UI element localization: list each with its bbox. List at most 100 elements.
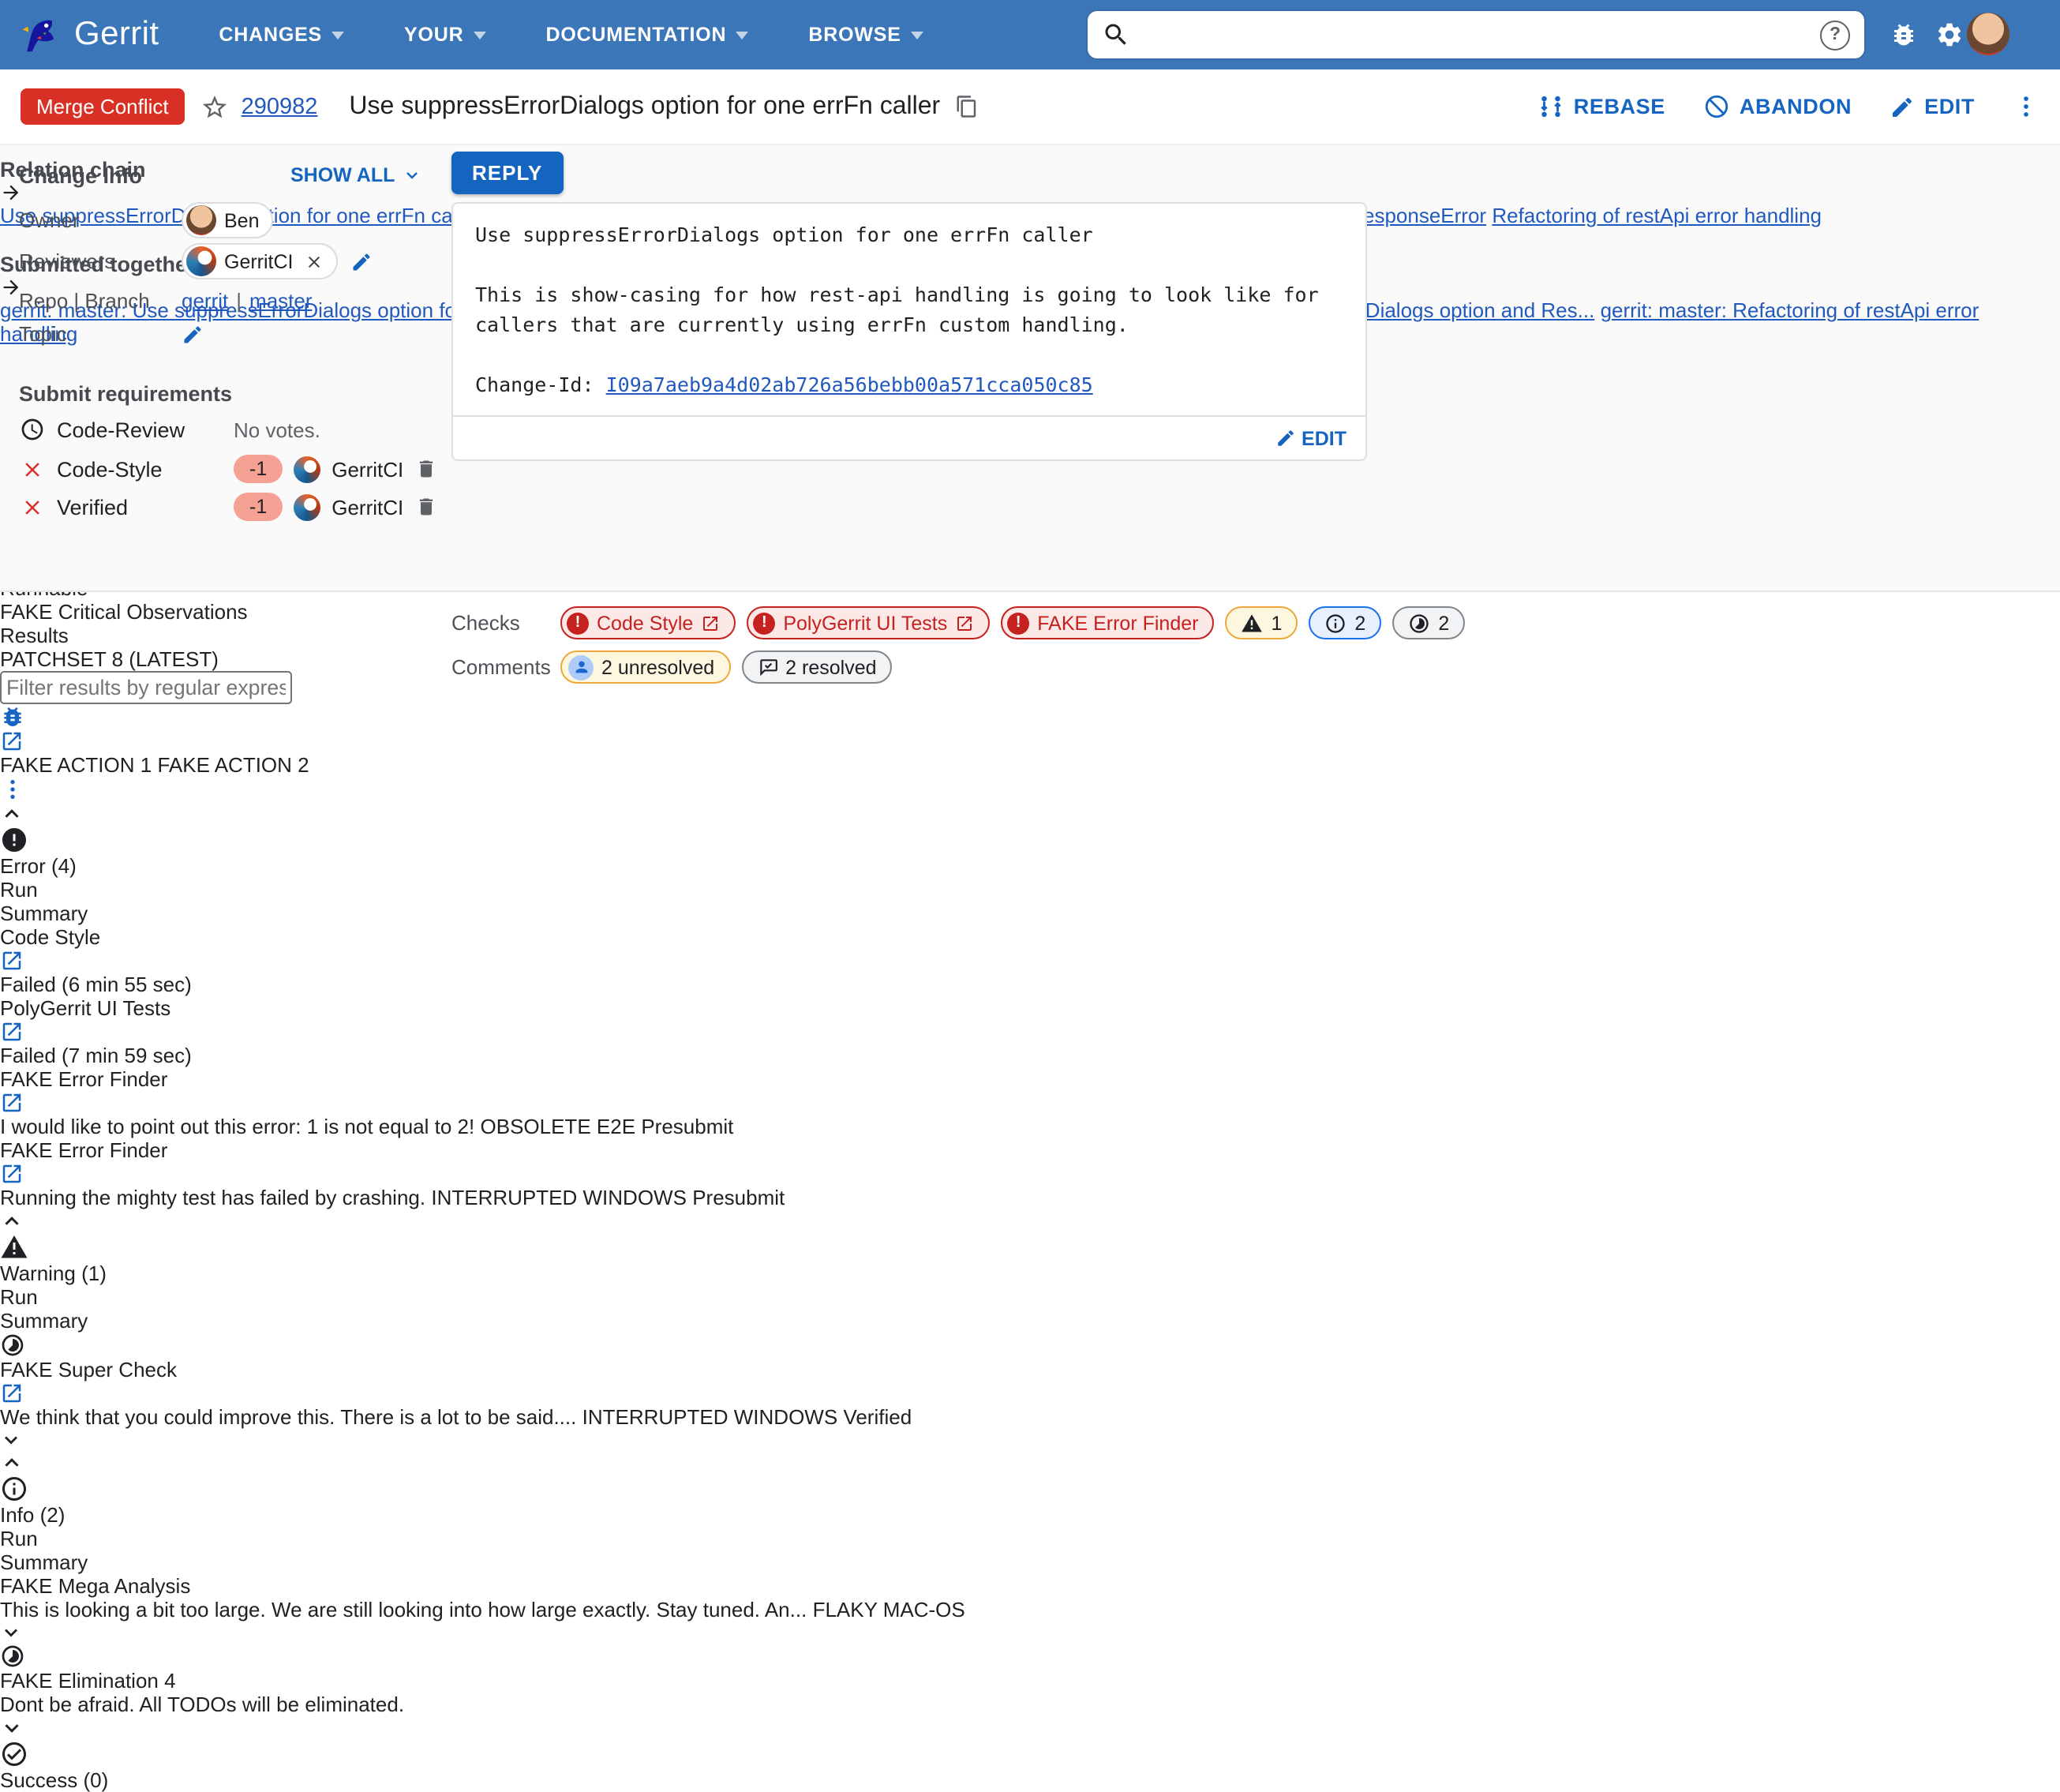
- warning-results-table: Run Summary FAKE Super Check We think th…: [0, 1285, 2060, 1451]
- external-link-icon[interactable]: [0, 1091, 24, 1115]
- menu-browse[interactable]: BROWSE: [808, 24, 923, 46]
- edit-commit-label: EDIT: [1302, 427, 1346, 449]
- rebase-button[interactable]: REBASE: [1538, 93, 1665, 120]
- avatar: [294, 493, 321, 520]
- brand[interactable]: Gerrit: [19, 13, 159, 56]
- reply-button[interactable]: REPLY: [451, 152, 564, 194]
- fake-action-2-button[interactable]: FAKE ACTION 2: [157, 753, 309, 777]
- show-all-button[interactable]: SHOW ALL: [290, 164, 421, 186]
- warning-count: 1: [1271, 612, 1283, 634]
- external-link-icon[interactable]: [0, 1020, 24, 1044]
- more-options-icon[interactable]: [0, 777, 25, 802]
- block-icon: [1703, 93, 1730, 120]
- tag: WINDOWS: [582, 1186, 687, 1209]
- error-icon: !: [567, 612, 589, 634]
- delete-vote-icon[interactable]: [414, 496, 436, 518]
- running-icon: [0, 1644, 25, 1669]
- star-icon[interactable]: [200, 92, 229, 121]
- search-icon: [1102, 21, 1130, 49]
- check-chip-fake-error-finder[interactable]: ! FAKE Error Finder: [1001, 606, 1215, 639]
- result-row[interactable]: FAKE Super Check We think that you could…: [0, 1333, 2060, 1451]
- warning-section-label: Warning (1): [0, 1262, 107, 1285]
- check-chip-code-style[interactable]: ! Code Style: [560, 606, 736, 639]
- change-metadata: Change Info SHOW ALL Owner Ben Reviewers…: [0, 144, 2060, 684]
- person-icon: [568, 654, 594, 680]
- result-tags: INTERRUPTED WINDOWS Presubmit: [431, 1186, 785, 1209]
- result-row[interactable]: FAKE Error Finder Running the mighty tes…: [0, 1138, 2060, 1209]
- external-link-icon[interactable]: [0, 949, 24, 973]
- resolved-comments-chip[interactable]: 2 resolved: [741, 650, 893, 684]
- external-link-icon[interactable]: [0, 729, 24, 753]
- expand-row-icon[interactable]: [0, 1621, 22, 1644]
- tag: Presubmit: [692, 1186, 785, 1209]
- change-number-link[interactable]: 290982: [242, 94, 318, 119]
- patchset-dropdown[interactable]: PATCHSET 8 (LATEST): [0, 647, 2060, 671]
- external-link-icon[interactable]: [0, 1162, 24, 1186]
- more-options-icon[interactable]: [2013, 93, 2039, 120]
- running-count-chip[interactable]: 2: [1392, 606, 1466, 639]
- remove-reviewer-icon[interactable]: [305, 252, 324, 271]
- result-row[interactable]: PolyGerrit UI Tests Failed (7 min 59 sec…: [0, 996, 2060, 1067]
- requirement-row-code-style: Code-Style -1 GerritCI: [19, 455, 436, 483]
- check-chip-polygerrit-ui-tests[interactable]: ! PolyGerrit UI Tests: [747, 606, 991, 639]
- repo-link[interactable]: gerrit: [182, 289, 228, 313]
- success-section-header[interactable]: Success (0): [0, 1716, 2060, 1792]
- result-summary: Failed (7 min 59 sec): [0, 1044, 192, 1067]
- filter-input[interactable]: [0, 671, 292, 704]
- table-header-row: Run Summary: [0, 1285, 2060, 1333]
- warning-section-header[interactable]: Warning (1): [0, 1209, 2060, 1285]
- chevron-up-icon: [0, 1451, 24, 1475]
- chevron-up-icon: [0, 1209, 24, 1233]
- delete-vote-icon[interactable]: [414, 458, 436, 480]
- bug-report-icon[interactable]: [1890, 21, 1918, 49]
- relation-chain-link[interactable]: Refactoring of restApi error handling: [1492, 204, 1822, 227]
- patchset-label: PATCHSET 8 (LATEST): [0, 647, 219, 671]
- owner-chip[interactable]: Ben: [182, 202, 274, 238]
- reviewer-chip[interactable]: GerritCI: [182, 243, 338, 279]
- info-section-header[interactable]: Info (2): [0, 1451, 2060, 1527]
- result-run-name: Code Style: [0, 925, 101, 949]
- vote-badge: -1: [234, 455, 283, 483]
- edit-topic-icon[interactable]: [182, 323, 204, 345]
- result-row[interactable]: Code Style Failed (6 min 55 sec): [0, 925, 2060, 996]
- check-chip-label: FAKE Error Finder: [1037, 612, 1199, 634]
- check-chip-label: Code Style: [597, 612, 694, 634]
- warning-count-chip[interactable]: 1: [1225, 606, 1298, 639]
- commit-change-id-line: Change-Id: I09a7aeb9a4d02ab726a56bebb00a…: [475, 369, 1343, 399]
- edit-commit-message-button[interactable]: EDIT: [1275, 427, 1346, 449]
- edit-button[interactable]: EDIT: [1890, 94, 1975, 119]
- change-id-label: Change-Id:: [475, 373, 606, 396]
- info-count-chip[interactable]: 2: [1309, 606, 1382, 639]
- change-id-link[interactable]: I09a7aeb9a4d02ab726a56bebb00a571cca050c8…: [606, 373, 1093, 396]
- result-summary: Running the mighty test has failed by cr…: [0, 1186, 426, 1209]
- bug-report-icon[interactable]: [0, 704, 25, 729]
- external-link-icon[interactable]: [0, 1381, 24, 1405]
- menu-documentation[interactable]: DOCUMENTATION: [545, 24, 749, 46]
- expand-row-icon[interactable]: [0, 1429, 22, 1451]
- search-help-icon[interactable]: ?: [1820, 20, 1850, 50]
- owner-row: Owner Ben: [19, 202, 274, 238]
- user-avatar[interactable]: [1967, 13, 2009, 55]
- branch-link[interactable]: master: [249, 289, 312, 313]
- edit-reviewers-icon[interactable]: [350, 250, 373, 272]
- gear-icon[interactable]: [1935, 21, 1964, 49]
- abandon-button[interactable]: ABANDON: [1703, 93, 1852, 120]
- copy-icon[interactable]: [954, 95, 978, 118]
- menu-changes[interactable]: CHANGES: [219, 24, 345, 46]
- reviewers-row: Reviewers GerritCI: [19, 243, 373, 279]
- unresolved-comments-chip[interactable]: 2 unresolved: [560, 650, 731, 684]
- tag: Verified: [843, 1405, 912, 1429]
- result-row[interactable]: FAKE Elimination 4 Dont be afraid. All T…: [0, 1644, 2060, 1716]
- result-row[interactable]: FAKE Error Finder I would like to point …: [0, 1067, 2060, 1138]
- result-row[interactable]: FAKE Mega Analysis This is looking a bit…: [0, 1574, 2060, 1644]
- check-chip-label: PolyGerrit UI Tests: [783, 612, 948, 634]
- fake-action-1-button[interactable]: FAKE ACTION 1: [0, 753, 152, 777]
- menu-your[interactable]: YOUR: [404, 24, 486, 46]
- run-name: FAKE Critical Observations: [0, 600, 248, 624]
- comments-summary-row: Comments 2 unresolved 2 resolved: [451, 650, 893, 684]
- error-section-header[interactable]: Error (4): [0, 802, 2060, 878]
- warning-icon: [1242, 612, 1264, 634]
- info-icon: [1324, 612, 1346, 634]
- search-input[interactable]: [1141, 21, 1820, 48]
- menu-browse-label: BROWSE: [808, 24, 901, 46]
